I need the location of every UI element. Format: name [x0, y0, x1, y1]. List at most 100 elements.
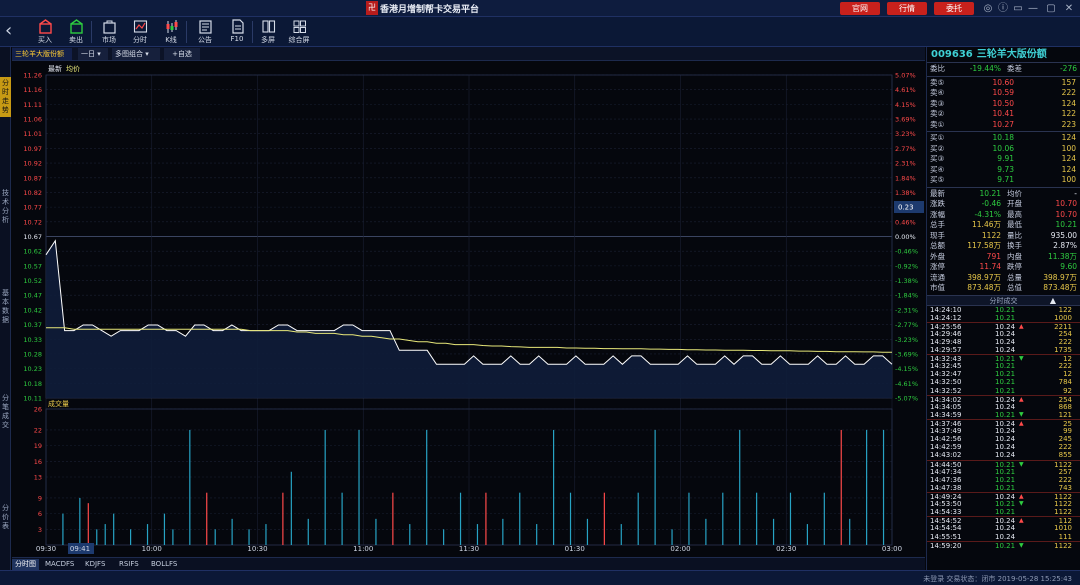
bid-row[interactable]: 买② 10.06 100 [927, 144, 1080, 155]
tick-row[interactable]: 14:42:59 10.24 222 [927, 443, 1080, 451]
toolbar-timeshare-button[interactable]: 分时 [127, 19, 153, 45]
tick-row[interactable]: 14:54:54 10.24 1010 [927, 524, 1080, 532]
bid-label: 买④ [930, 164, 945, 174]
toolbar-market-button[interactable]: 市场 [96, 19, 122, 45]
bid-label: 买⑤ [930, 175, 945, 184]
scroll-up-icon[interactable]: ▲ [1050, 296, 1056, 306]
tick-row[interactable]: 14:32:43 10.21 ▼ 12 [927, 354, 1080, 363]
tick-row[interactable]: 14:34:02 10.24 ▲ 254 [927, 394, 1080, 404]
bid-row[interactable]: 买④ 9.73 124 [927, 165, 1080, 176]
minimize-icon[interactable]: — [1026, 2, 1040, 15]
tick-row[interactable]: 14:32:52 10.21 92 [927, 387, 1080, 395]
pct-tick-label: -3.69% [895, 350, 918, 358]
bid-row[interactable]: 买③ 9.91 124 [927, 154, 1080, 165]
stock-name-tab[interactable]: 三轮羊大版份额 [12, 48, 72, 60]
indicator-tab[interactable]: KDJFS [82, 559, 108, 570]
combo-dropdown[interactable]: 多图组合 ▾ [112, 48, 160, 60]
ask-row[interactable]: 卖④ 10.59 222 [927, 88, 1080, 99]
volume-tick-label: 26 [34, 406, 42, 414]
stat-label: 流通 [930, 272, 945, 282]
tick-row[interactable]: 14:47:38 10.21 743 [927, 484, 1080, 492]
chevron-down-icon: ▾ [143, 50, 149, 58]
bid-row[interactable]: 买① 10.18 124 [927, 133, 1080, 144]
maximize-icon[interactable]: ▢ [1044, 2, 1058, 15]
sidebar-tab[interactable]: 基本数据 [0, 287, 11, 327]
close-icon[interactable]: ✕ [1062, 2, 1076, 15]
tick-volume: 257 [1058, 467, 1072, 476]
info-icon[interactable]: ⓘ [996, 2, 1010, 15]
ask-row[interactable]: 卖⑤ 10.60 157 [927, 78, 1080, 89]
back-chevron-left-icon[interactable]: ‹ [5, 21, 12, 41]
tick-row[interactable]: 14:43:02 10.24 855 [927, 451, 1080, 459]
tick-row[interactable]: 14:49:24 10.24 ▲ 1122 [927, 492, 1080, 501]
ask-price: 10.50 [992, 98, 1014, 108]
pct-tick-label: 1.84% [895, 174, 916, 182]
tick-row[interactable]: 14:25:56 10.24 ▲ 2211 [927, 321, 1080, 331]
market-button[interactable]: 行情 [887, 2, 927, 15]
tick-row[interactable]: 14:34:05 10.24 868 [927, 403, 1080, 411]
toolbar-f10-button[interactable]: F10 [224, 19, 250, 43]
tick-row[interactable]: 14:37:46 10.24 ▲ 25 [927, 419, 1080, 428]
tick-time: 14:42:59 [930, 443, 962, 452]
pct-tick-label: 0.00% [895, 233, 916, 241]
tick-row[interactable]: 14:32:50 10.21 784 [927, 378, 1080, 386]
order-button[interactable]: 委托 [934, 2, 974, 15]
tick-volume: 1010 [1054, 524, 1072, 533]
pct-tick-label: 0.46% [895, 218, 916, 226]
indicator-tab[interactable]: MACDFS [42, 559, 77, 570]
tick-time: 14:47:38 [930, 483, 962, 492]
timeshare-icon [133, 20, 147, 33]
tick-row[interactable]: 14:29:57 10.24 1735 [927, 346, 1080, 354]
ask-row[interactable]: 卖② 10.41 122 [927, 109, 1080, 120]
tick-row[interactable]: 14:59:20 10.21 ▼ 1122 [927, 540, 1080, 550]
tick-row[interactable]: 14:37:49 10.24 99 [927, 427, 1080, 435]
period-dropdown[interactable]: 一日 ▾ [78, 48, 108, 60]
toolbar-sell-button[interactable]: 卖出 [63, 19, 89, 45]
pct-tick-label: -4.61% [895, 380, 918, 388]
indicator-tab[interactable]: BOLLFS [148, 559, 180, 570]
tick-row[interactable]: 14:29:48 10.24 222 [927, 338, 1080, 346]
tick-row[interactable]: 14:55:51 10.24 111 [927, 533, 1080, 541]
toolbar-kline-button[interactable]: K线 [158, 19, 184, 45]
sell-icon [69, 19, 83, 34]
timeshare-chart[interactable]: 最新 均价 11.26 5.07% 11.16 4.61% 11.11 4.15% 11.06 3… [12, 61, 925, 570]
tick-row[interactable]: 14:54:52 10.24 ▲ 112 [927, 516, 1080, 525]
bid-volume: 100 [1061, 143, 1076, 153]
chevron-down-icon: ▾ [95, 50, 101, 58]
tick-row[interactable]: 14:32:47 10.21 12 [927, 370, 1080, 378]
indicator-tab[interactable]: 分时图 [12, 559, 39, 570]
tick-row[interactable]: 14:44:50 10.21 ▼ 1122 [927, 459, 1080, 469]
tick-row[interactable]: 14:47:34 10.21 257 [927, 468, 1080, 476]
tick-row[interactable]: 14:47:36 10.21 222 [927, 476, 1080, 484]
toolbar-label: F10 [230, 35, 244, 43]
bid-row[interactable]: 买⑤ 9.71 100 [927, 175, 1080, 186]
ask-row[interactable]: 卖① 10.27 223 [927, 120, 1080, 131]
sidebar-tab[interactable]: 分时走势 [0, 77, 11, 117]
tick-row[interactable]: 14:32:45 10.21 222 [927, 362, 1080, 370]
tick-row[interactable]: 14:54:33 10.21 1122 [927, 508, 1080, 516]
tick-time: 14:42:56 [930, 435, 962, 444]
bid-levels: 买① 10.18 124 买② 10.06 100 买③ 9.91 124 买④… [927, 132, 1080, 188]
pct-tick-label: 4.15% [895, 101, 916, 109]
official-site-button[interactable]: 官网 [840, 2, 880, 15]
tick-row[interactable]: 14:34:59 10.21 ▼ 121 [927, 411, 1080, 419]
tick-row[interactable]: 14:42:56 10.24 245 [927, 435, 1080, 443]
tick-list[interactable]: 14:24:10 10.21 122 14:24:12 10.21 1000 1… [927, 306, 1080, 550]
sidebar-tab[interactable]: 分笔成交 [0, 392, 11, 432]
sidebar-tab[interactable]: 技术分析 [0, 187, 11, 227]
tick-row[interactable]: 14:24:12 10.21 1000 [927, 314, 1080, 322]
ask-row[interactable]: 卖③ 10.50 124 [927, 99, 1080, 110]
toolbar-buy-button[interactable]: 买入 [32, 19, 58, 45]
tick-volume: 1122 [1054, 500, 1072, 509]
toolbar-composite-button[interactable]: 综合屏 [286, 19, 312, 45]
indicator-tab[interactable]: RSIFS [116, 559, 142, 570]
layout-icon[interactable]: ▭ [1011, 2, 1025, 15]
tick-row[interactable]: 14:53:50 10.21 ▼ 1122 [927, 500, 1080, 508]
toolbar-notice-button[interactable]: 公告 [192, 19, 218, 45]
tick-row[interactable]: 14:24:10 10.21 122 [927, 306, 1080, 314]
tick-row[interactable]: 14:29:46 10.24 254 [927, 330, 1080, 338]
toolbar-multiscreen-button[interactable]: 多屏 [255, 19, 281, 45]
sidebar-tab[interactable]: 分价表 [0, 502, 11, 533]
skin-icon[interactable]: ◎ [981, 2, 995, 15]
add-favorite-button[interactable]: +自选 [164, 48, 200, 60]
